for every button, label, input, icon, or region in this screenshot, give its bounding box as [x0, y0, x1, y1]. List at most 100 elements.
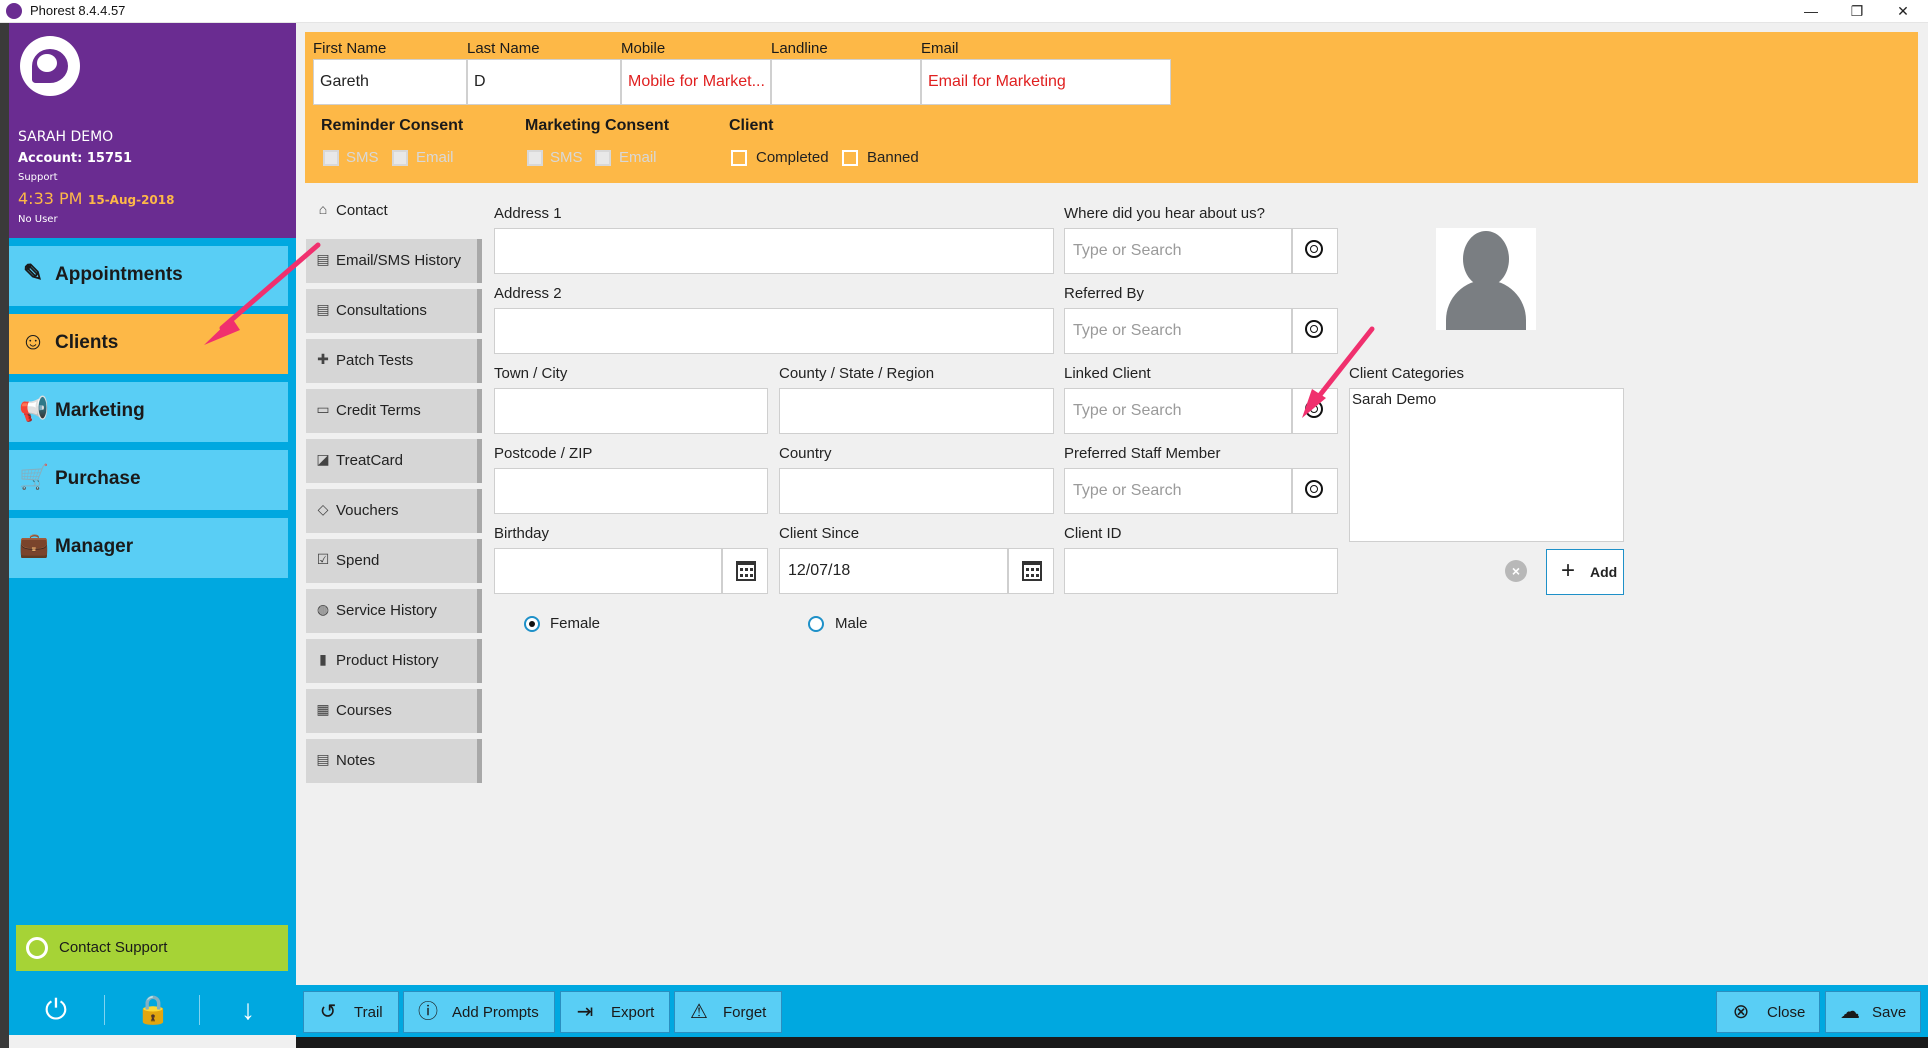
- preferred-staff-field[interactable]: Type or Search: [1064, 468, 1292, 514]
- banned-label: Banned: [867, 149, 919, 166]
- referred-by-field[interactable]: Type or Search: [1064, 308, 1292, 354]
- client-head-icon: ☺: [20, 328, 46, 355]
- preferred-staff-label: Preferred Staff Member: [1064, 445, 1221, 462]
- minimize-button[interactable]: —: [1788, 0, 1834, 23]
- completed-checkbox[interactable]: [731, 150, 747, 166]
- reminder-email-label: Email: [416, 149, 454, 166]
- profile-role: Support: [18, 172, 58, 183]
- address1-field[interactable]: [494, 228, 1054, 274]
- power-icon[interactable]: ⏻: [36, 990, 76, 1030]
- category-item[interactable]: Sarah Demo: [1352, 391, 1436, 408]
- linked-client-field[interactable]: Type or Search: [1064, 388, 1292, 434]
- button-label: Export: [611, 1004, 655, 1021]
- preferred-staff-search-button[interactable]: [1292, 468, 1338, 514]
- male-radio[interactable]: [808, 616, 824, 632]
- add-label: Add: [1590, 564, 1618, 580]
- profile-user: No User: [18, 214, 58, 225]
- tab-product-history[interactable]: ▮ Product History: [306, 639, 482, 683]
- trail-button[interactable]: ↺ Trail: [303, 991, 399, 1033]
- nav-clients[interactable]: ☺ Clients: [9, 314, 288, 374]
- nav-appointments[interactable]: ✎ Appointments: [9, 246, 288, 306]
- hairdryer-icon: ◍: [316, 601, 330, 617]
- marketing-email-checkbox[interactable]: [595, 150, 611, 166]
- search-icon: [1305, 320, 1323, 338]
- nav-purchase[interactable]: 🛒 Purchase: [9, 450, 288, 510]
- client-since-field[interactable]: 12/07/18: [779, 548, 1008, 594]
- credit-card-icon: ▭: [316, 401, 330, 417]
- tab-patch-tests[interactable]: ✚ Patch Tests: [306, 339, 482, 383]
- reminder-sms-label: SMS: [346, 149, 379, 166]
- add-prompts-button[interactable]: ⓘ Add Prompts: [403, 991, 555, 1033]
- lock-icon[interactable]: 🔒: [133, 990, 173, 1030]
- tab-treatcard[interactable]: ◪ TreatCard: [306, 439, 482, 483]
- tab-label: Credit Terms: [336, 402, 421, 419]
- tab-label: Spend: [336, 552, 380, 569]
- remove-category-icon[interactable]: ×: [1505, 560, 1527, 582]
- marketing-consent-heading: Marketing Consent: [525, 117, 670, 134]
- tab-label: Courses: [336, 702, 392, 719]
- nav-marketing[interactable]: 📢 Marketing: [9, 382, 288, 442]
- email-field[interactable]: Email for Marketing: [921, 59, 1171, 105]
- client-since-label: Client Since: [779, 525, 860, 542]
- last-name-field[interactable]: D: [467, 59, 621, 105]
- banned-checkbox[interactable]: [842, 150, 858, 166]
- reminder-sms-checkbox[interactable]: [323, 150, 339, 166]
- town-field[interactable]: [494, 388, 768, 434]
- profile-name: SARAH DEMO: [18, 129, 114, 145]
- first-name-field[interactable]: Gareth: [313, 59, 467, 105]
- nav-manager[interactable]: 💼 Manager: [9, 518, 288, 578]
- close-button[interactable]: ⊗ Close: [1716, 991, 1820, 1033]
- plaster-icon: ✚: [317, 351, 329, 367]
- add-category-button[interactable]: + Add: [1546, 549, 1624, 595]
- tab-spend[interactable]: ☑ Spend: [306, 539, 482, 583]
- tab-vouchers[interactable]: ◇ Vouchers: [306, 489, 482, 533]
- cloud-upload-icon: ☁: [1840, 1001, 1860, 1023]
- tab-label: Product History: [336, 652, 439, 669]
- tab-label: Patch Tests: [336, 352, 414, 369]
- referred-by-search-button[interactable]: [1292, 308, 1338, 354]
- birthday-field[interactable]: [494, 548, 722, 594]
- restore-button[interactable]: ❐: [1834, 0, 1880, 23]
- search-icon: [1305, 240, 1323, 258]
- divider: [104, 995, 105, 1025]
- landline-field[interactable]: [771, 59, 921, 105]
- where-hear-field[interactable]: Type or Search: [1064, 228, 1292, 274]
- tab-courses[interactable]: ▦ Courses: [306, 689, 482, 733]
- client-id-field[interactable]: [1064, 548, 1338, 594]
- forget-button[interactable]: ⚠ Forget: [674, 991, 782, 1033]
- linked-client-search-button[interactable]: [1292, 388, 1338, 434]
- arrow-down-icon[interactable]: ↓: [228, 990, 268, 1030]
- tab-email-sms-history[interactable]: ▤ Email/SMS History: [306, 239, 482, 283]
- marketing-sms-checkbox[interactable]: [527, 150, 543, 166]
- export-button[interactable]: ⇥ Export: [560, 991, 670, 1033]
- mobile-field[interactable]: Mobile for Market...: [621, 59, 771, 105]
- tag-icon: ◇: [317, 501, 329, 517]
- where-hear-search-button[interactable]: [1292, 228, 1338, 274]
- tab-consultations[interactable]: ▤ Consultations: [306, 289, 482, 333]
- country-field[interactable]: [779, 468, 1054, 514]
- female-radio[interactable]: [524, 616, 540, 632]
- referred-by-label: Referred By: [1064, 285, 1145, 302]
- close-window-button[interactable]: ✕: [1880, 0, 1926, 23]
- button-label: Forget: [723, 1004, 767, 1021]
- tab-contact[interactable]: ⌂ Contact: [306, 189, 482, 233]
- tab-notes[interactable]: ▤ Notes: [306, 739, 482, 783]
- save-button[interactable]: ☁ Save: [1825, 991, 1921, 1033]
- document-icon: ▤: [316, 301, 330, 317]
- client-since-calendar-button[interactable]: [1008, 548, 1054, 594]
- county-field[interactable]: [779, 388, 1054, 434]
- profile-date: 15-Aug-2018: [88, 193, 175, 207]
- tab-credit-terms[interactable]: ▭ Credit Terms: [306, 389, 482, 433]
- client-photo[interactable]: [1436, 228, 1536, 330]
- birthday-calendar-button[interactable]: [722, 548, 768, 594]
- client-categories-list[interactable]: Sarah Demo: [1349, 388, 1624, 542]
- nav-label: Manager: [55, 536, 134, 557]
- postcode-field[interactable]: [494, 468, 768, 514]
- reminder-email-checkbox[interactable]: [392, 150, 408, 166]
- postcode-label: Postcode / ZIP: [494, 445, 593, 462]
- tab-service-history[interactable]: ◍ Service History: [306, 589, 482, 633]
- address2-field[interactable]: [494, 308, 1054, 354]
- taskbar-strip: [296, 1037, 1928, 1048]
- contact-support-button[interactable]: Contact Support: [16, 925, 288, 971]
- country-label: Country: [779, 445, 832, 462]
